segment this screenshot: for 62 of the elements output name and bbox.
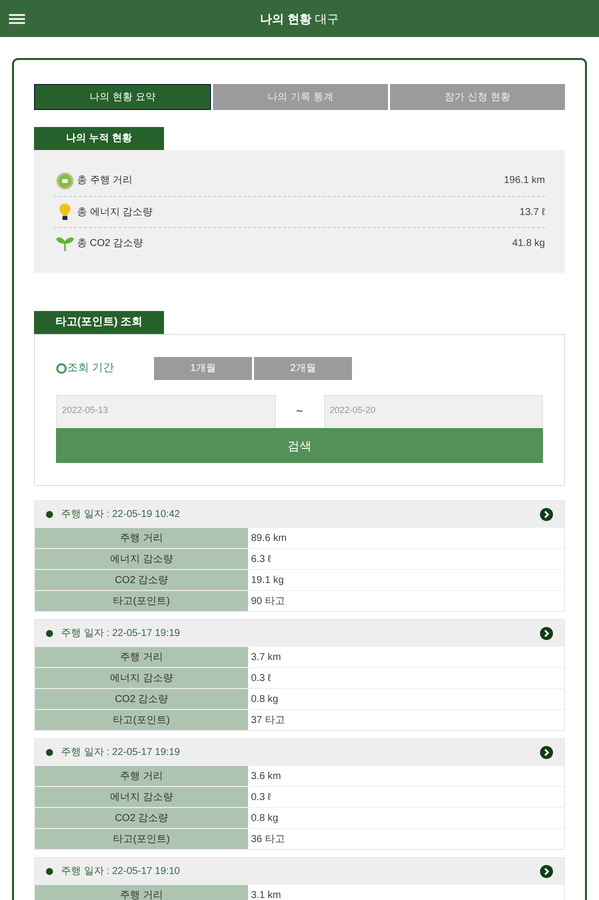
row-label: 주행 거리 (35, 647, 248, 667)
dot-icon (46, 510, 53, 518)
circle-icon (56, 363, 67, 374)
dot-icon (46, 630, 53, 636)
row-label: 타고(포인트) (35, 829, 248, 849)
period-label: 조회 기간 (67, 361, 116, 376)
date-field[interactable]: 2022-05-13 (56, 395, 276, 427)
record-date: 주행 일자 : 22-05-17 19:19 (61, 746, 180, 760)
tab[interactable]: 나의 현황 요약 (34, 84, 211, 110)
record-date: 주행 일자 : 22-05-19 10:42 (61, 508, 180, 522)
period-button[interactable]: 2개월 (254, 357, 352, 380)
search-button[interactable]: 검색 (56, 428, 543, 463)
row-label: CO2 감소량 (35, 808, 248, 828)
row-value: 0.8 kg (250, 812, 280, 826)
row-label: CO2 감소량 (35, 570, 248, 590)
row-value: 6.3 ℓ (250, 552, 272, 566)
row-label: CO2 감소량 (35, 689, 248, 709)
row-value: 90 타고 (250, 594, 286, 608)
row-label: 주행 거리 (35, 528, 248, 548)
summary-value: 41.8 kg (512, 236, 545, 250)
row-value: 19.1 kg (250, 574, 285, 588)
row-label: 주행 거리 (35, 766, 248, 786)
row-value: 3.7 km (250, 650, 282, 664)
coin-icon (56, 172, 74, 190)
row-label: 에너지 감소량 (35, 549, 248, 569)
dot-icon (46, 748, 53, 756)
row-label: 타고(포인트) (35, 710, 248, 730)
chevron-right-icon[interactable] (540, 746, 553, 758)
dot-icon (46, 868, 53, 874)
app-title: 나의 현황 대구 (260, 10, 339, 28)
row-value: 0.3 ℓ (250, 790, 272, 804)
sprout-icon (56, 235, 74, 251)
row-value: 37 타고 (250, 714, 286, 728)
tab[interactable]: 나의 기록 통계 (213, 84, 388, 110)
row-value: 36 타고 (250, 832, 286, 846)
record-date: 주행 일자 : 22-05-17 19:19 (61, 626, 180, 640)
row-value: 0.3 ℓ (250, 672, 272, 686)
summary-label: 총 CO2 감소량 (77, 236, 144, 250)
tab[interactable]: 참가 신청 현황 (390, 84, 565, 110)
row-value: 89.6 km (250, 532, 288, 546)
row-value: 0.8 kg (250, 692, 280, 706)
row-label: 에너지 감소량 (35, 668, 248, 688)
chevron-right-icon[interactable] (540, 508, 553, 520)
period-button[interactable]: 1개월 (154, 357, 252, 380)
section-title: 타고(포인트) 조회 (34, 311, 164, 334)
lightbulb-icon (59, 203, 71, 221)
summary-value: 196.1 km (504, 174, 545, 188)
date-field[interactable]: 2022-05-20 (324, 395, 543, 427)
section-title: 나의 누적 현황 (34, 127, 164, 150)
row-label: 타고(포인트) (35, 591, 248, 611)
row-value: 3.1 km (250, 888, 282, 900)
menu-icon[interactable] (9, 14, 25, 24)
row-value: 3.6 km (250, 770, 282, 784)
chevron-right-icon[interactable] (540, 864, 553, 878)
record-date: 주행 일자 : 22-05-17 19:10 (61, 864, 180, 878)
chevron-right-icon[interactable] (540, 626, 553, 640)
row-label: 에너지 감소량 (35, 787, 248, 807)
summary-value: 13.7 ℓ (520, 206, 545, 220)
range-separator: ~ (294, 403, 304, 420)
row-label: 주행 거리 (35, 885, 248, 900)
summary-label: 총 에너지 감소량 (77, 206, 153, 220)
summary-label: 총 주행 거리 (77, 174, 133, 188)
